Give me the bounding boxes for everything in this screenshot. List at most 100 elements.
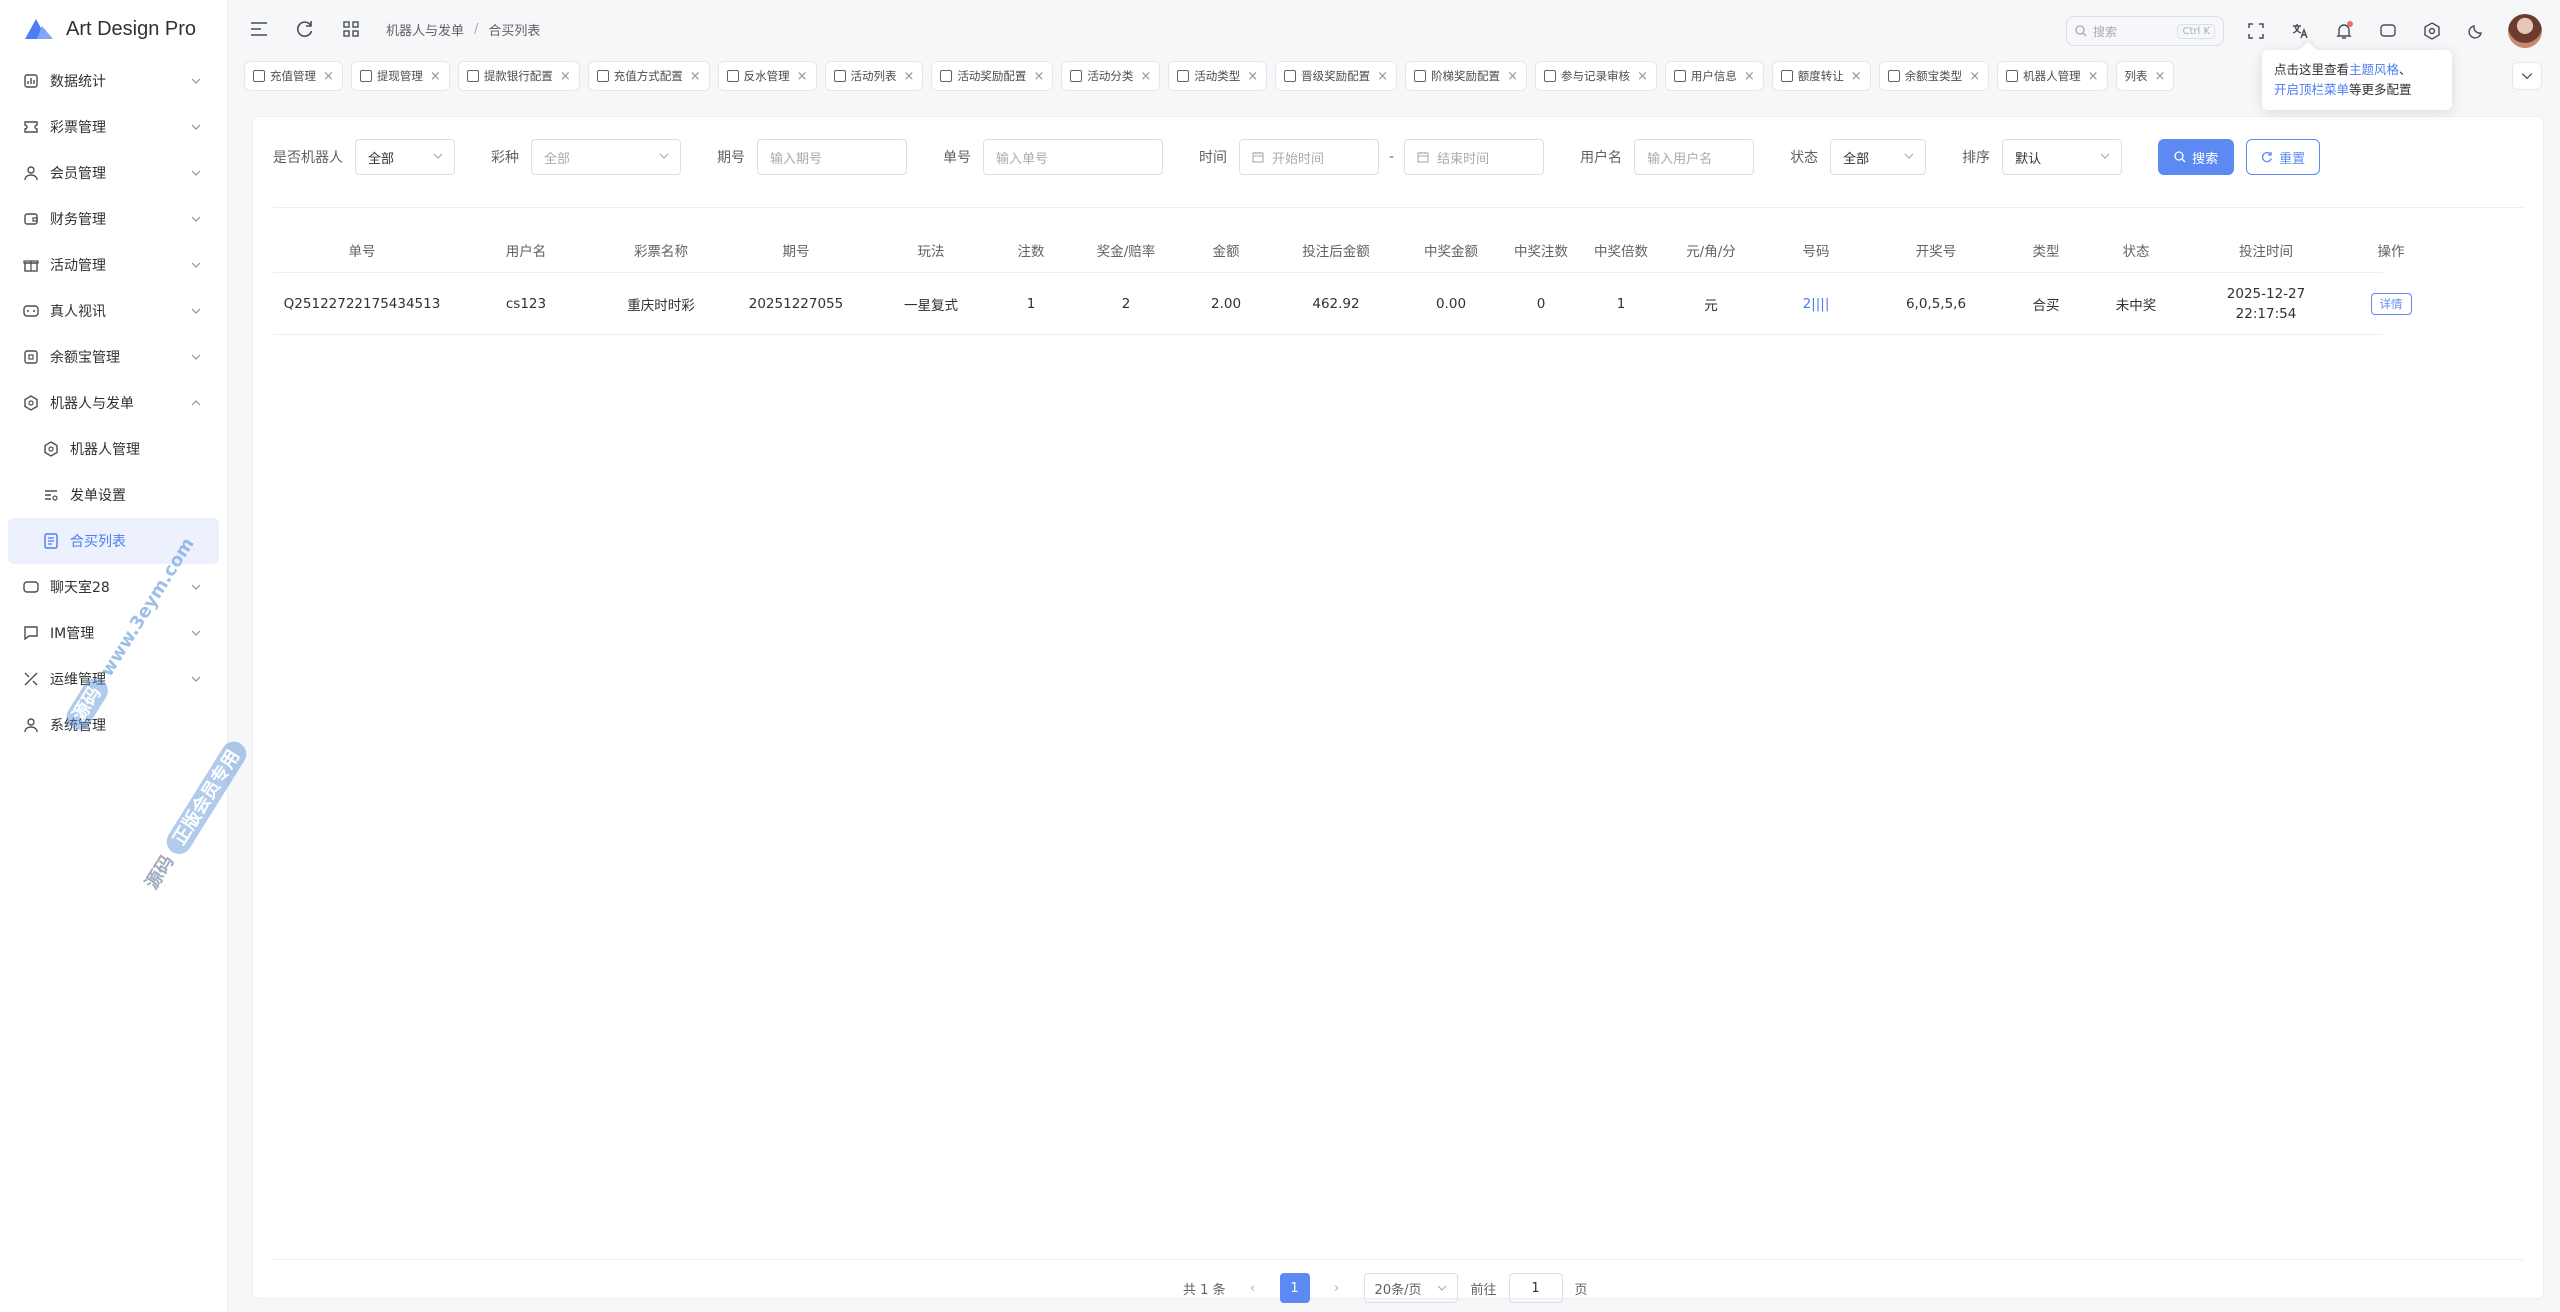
numbers-cell[interactable]: 2|||| [1761, 296, 1871, 312]
global-search[interactable]: 搜索 Ctrl K [2066, 16, 2224, 46]
translate-icon[interactable] [2288, 19, 2312, 43]
menu-toggle-icon[interactable] [248, 18, 270, 40]
sort-select[interactable]: 默认 [2002, 139, 2123, 175]
search-button[interactable]: 搜索 [2158, 139, 2235, 175]
grid-icon[interactable] [340, 18, 362, 40]
close-icon[interactable]: × [2155, 69, 2166, 84]
operation-cell: 详情 [2351, 292, 2431, 315]
notification-icon[interactable] [2332, 19, 2356, 43]
chat-icon[interactable] [2376, 19, 2400, 43]
tabs-more-button[interactable] [2512, 62, 2542, 90]
sidebar-item-robot-manage[interactable]: 机器人管理 [0, 426, 227, 472]
tab-tier-reward[interactable]: 阶梯奖励配置 × [1405, 61, 1527, 91]
prev-page-button[interactable]: ‹ [1238, 1273, 1268, 1303]
tooltip-link[interactable]: 开启顶栏菜单 [2274, 82, 2349, 97]
sidebar-item-live-video[interactable]: 真人视讯 [0, 288, 227, 334]
chevron-down-icon [191, 584, 201, 590]
username-input[interactable]: 输入用户名 [1634, 139, 1755, 175]
close-icon[interactable]: × [1744, 69, 1755, 84]
refresh-icon[interactable] [294, 18, 316, 40]
close-icon[interactable]: × [797, 69, 808, 84]
chat-icon [22, 578, 40, 596]
sidebar-item-yuebao[interactable]: 余额宝管理 [0, 334, 227, 380]
lottery-select[interactable]: 全部 [531, 139, 681, 175]
close-icon[interactable]: × [1969, 69, 1980, 84]
tab-promotion-reward[interactable]: 晋级奖励配置 × [1275, 61, 1398, 91]
dark-mode-icon[interactable] [2464, 19, 2488, 43]
tab-bank-config[interactable]: 提款银行配置 × [457, 61, 580, 91]
close-icon[interactable]: × [2088, 69, 2099, 84]
sidebar-item-chat28[interactable]: 聊天室28 [0, 564, 227, 610]
tab-recharge[interactable]: 充值管理 × [244, 61, 343, 91]
sidebar-item-system[interactable]: 系统管理 [0, 702, 227, 748]
chevron-down-icon [191, 124, 201, 130]
tools-icon [22, 670, 40, 688]
tab-activity-type[interactable]: 活动类型 × [1168, 61, 1268, 91]
tab-user-info[interactable]: 用户信息 × [1664, 61, 1764, 91]
close-icon[interactable]: × [690, 69, 701, 84]
app-logo[interactable]: Art Design Pro [0, 0, 227, 58]
sort-label: 排序 [1962, 150, 1991, 166]
sidebar-item-robot[interactable]: 机器人与发单 [0, 380, 227, 426]
close-icon[interactable]: × [1507, 69, 1518, 84]
close-icon[interactable]: × [430, 69, 441, 84]
page-button[interactable]: 1 [1279, 1273, 1310, 1303]
close-icon[interactable]: × [1140, 69, 1151, 84]
tab-withdraw[interactable]: 提现管理 × [350, 61, 450, 91]
reset-button[interactable]: 重置 [2246, 139, 2321, 175]
status-select[interactable]: 全部 [1830, 139, 1927, 175]
type-cell: 合买 [2032, 297, 2060, 314]
sidebar-item-lottery[interactable]: 彩票管理 [0, 104, 227, 150]
close-icon[interactable]: × [1247, 69, 1258, 84]
tab-list[interactable]: 列表 × [2115, 61, 2175, 91]
tab-activity-reward[interactable]: 活动奖励配置 × [931, 61, 1054, 91]
sidebar-item-order-settings[interactable]: 发单设置 [0, 472, 227, 518]
fullscreen-icon[interactable] [2244, 19, 2268, 43]
refresh-icon [2261, 151, 2272, 163]
tab-quota-transfer[interactable]: 额度转让 × [1771, 61, 1871, 91]
sidebar-item-activity[interactable]: 活动管理 [0, 242, 227, 288]
button-label: 重置 [2279, 151, 2306, 167]
sidebar-item-finance[interactable]: 财务管理 [0, 196, 227, 242]
wallet-icon [22, 210, 40, 228]
column-header: 期号 [782, 243, 810, 260]
order-input[interactable]: 输入单号 [983, 139, 1163, 175]
start-time-input[interactable]: 开始时间 [1239, 139, 1379, 175]
close-icon[interactable]: × [1033, 69, 1044, 84]
tab-yuebao-type[interactable]: 余额宝类型 × [1878, 61, 1990, 91]
tab-robot-manage[interactable]: 机器人管理 × [1997, 61, 2108, 91]
next-page-button[interactable]: › [1322, 1273, 1352, 1303]
goto-page-input[interactable]: 1 [1508, 1273, 1563, 1303]
tab-icon [726, 70, 739, 82]
tab-rebate[interactable]: 反水管理 × [717, 61, 817, 91]
breadcrumb-separator: / [474, 21, 479, 37]
tab-label: 阶梯奖励配置 [1431, 69, 1501, 83]
tab-activity-category[interactable]: 活动分类 × [1061, 61, 1161, 91]
tab-icon [596, 70, 609, 82]
avatar[interactable] [2508, 14, 2542, 48]
is-robot-select[interactable]: 全部 [355, 139, 455, 175]
close-icon[interactable]: × [1637, 69, 1648, 84]
end-time-input[interactable]: 结束时间 [1404, 139, 1545, 175]
tab-record-review[interactable]: 参与记录审核 × [1534, 61, 1657, 91]
column-header: 开奖号 [1915, 243, 1957, 260]
chevron-down-icon [1904, 153, 1914, 159]
sidebar-item-stats[interactable]: 数据统计 [0, 58, 227, 104]
tab-recharge-method[interactable]: 充值方式配置 × [587, 61, 710, 91]
sidebar-item-members[interactable]: 会员管理 [0, 150, 227, 196]
close-icon[interactable]: × [323, 69, 334, 84]
issue-input[interactable]: 输入期号 [757, 139, 907, 175]
close-icon[interactable]: × [560, 69, 571, 84]
tab-activity-list[interactable]: 活动列表 × [824, 61, 924, 91]
detail-button[interactable]: 详情 [2370, 292, 2412, 315]
breadcrumb-item[interactable]: 机器人与发单 [386, 20, 464, 39]
settings-icon[interactable] [2420, 19, 2444, 43]
close-icon[interactable]: × [1377, 69, 1388, 84]
close-icon[interactable]: × [904, 69, 915, 84]
divider [273, 207, 2523, 208]
column-header: 金额 [1212, 243, 1240, 260]
page-size-select[interactable]: 20条/页 [1363, 1273, 1459, 1303]
close-icon[interactable]: × [1851, 69, 1862, 84]
topbar-actions: 搜索 Ctrl K [2066, 14, 2542, 48]
tooltip-link[interactable]: 主题风格 [2349, 62, 2399, 77]
